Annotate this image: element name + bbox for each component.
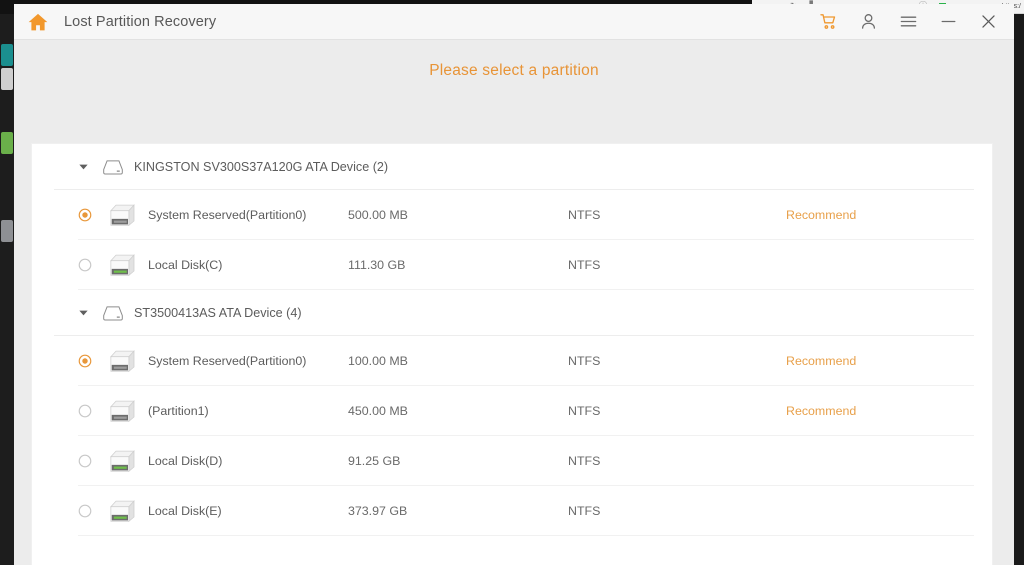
disk-group-label: ST3500413AS ATA Device (4) bbox=[134, 305, 302, 320]
cart-icon[interactable] bbox=[818, 12, 838, 32]
partition-filesystem: NTFS bbox=[568, 453, 601, 468]
recommend-badge: Recommend bbox=[786, 403, 857, 418]
partition-size: 111.30 GB bbox=[348, 257, 406, 272]
home-icon[interactable] bbox=[26, 10, 50, 34]
account-icon[interactable] bbox=[858, 12, 878, 32]
partition-filesystem: NTFS bbox=[568, 257, 601, 272]
rail-icon-gray bbox=[1, 68, 13, 90]
partition-size: 500.00 MB bbox=[348, 207, 408, 222]
rail-icon-green bbox=[1, 132, 13, 154]
partition-row[interactable]: Local Disk(C) 111.30 GB NTFS bbox=[78, 240, 974, 290]
menu-icon[interactable] bbox=[898, 12, 918, 32]
hard-disk-icon bbox=[102, 158, 124, 176]
partition-size: 450.00 MB bbox=[348, 403, 408, 418]
close-icon[interactable] bbox=[978, 12, 998, 32]
app-title: Lost Partition Recovery bbox=[64, 13, 217, 30]
app-body: Please select a partition KINGSTON SV300… bbox=[14, 40, 1014, 565]
partition-radio[interactable] bbox=[78, 258, 92, 272]
minimize-icon[interactable] bbox=[938, 12, 958, 32]
partition-name: (Partition1) bbox=[148, 403, 209, 418]
partition-name: System Reserved(Partition0) bbox=[148, 207, 307, 222]
partition-size: 373.97 GB bbox=[348, 503, 408, 518]
disk-group-header[interactable]: ST3500413AS ATA Device (4) bbox=[54, 290, 974, 336]
partition-name: Local Disk(E) bbox=[148, 503, 222, 518]
page-title: Please select a partition bbox=[429, 62, 599, 79]
application-window: Lost Partition Recovery Please select a … bbox=[14, 4, 1014, 565]
partition-drive-icon bbox=[108, 253, 136, 277]
partition-row[interactable]: System Reserved(Partition0) 500.00 MB NTFS… bbox=[78, 190, 974, 240]
partition-drive-icon bbox=[108, 349, 136, 373]
partition-row[interactable]: System Reserved(Partition0) 100.00 MB NTFS… bbox=[78, 336, 974, 386]
chevron-down-icon[interactable] bbox=[76, 306, 90, 320]
partition-drive-icon bbox=[108, 499, 136, 523]
disk-list: KINGSTON SV300S37A120G ATA Device (2) Sys… bbox=[32, 144, 992, 536]
partition-radio[interactable] bbox=[78, 454, 92, 468]
partition-filesystem: NTFS bbox=[568, 403, 601, 418]
partition-radio[interactable] bbox=[78, 208, 92, 222]
titlebar: Lost Partition Recovery bbox=[14, 4, 1014, 40]
partition-size: 91.25 GB bbox=[348, 453, 401, 468]
partition-name: System Reserved(Partition0) bbox=[148, 353, 307, 368]
partition-radio[interactable] bbox=[78, 504, 92, 518]
disk-group-label: KINGSTON SV300S37A120G ATA Device (2) bbox=[134, 159, 389, 174]
partition-list-card: KINGSTON SV300S37A120G ATA Device (2) Sys… bbox=[32, 144, 992, 565]
partition-radio[interactable] bbox=[78, 354, 92, 368]
partition-filesystem: NTFS bbox=[568, 503, 601, 518]
recommend-badge: Recommend bbox=[786, 353, 857, 368]
partition-name: Local Disk(D) bbox=[148, 453, 223, 468]
rail-icon-slate bbox=[1, 220, 13, 242]
partition-row[interactable]: Local Disk(D) 91.25 GB NTFS bbox=[78, 436, 974, 486]
chevron-down-icon[interactable] bbox=[76, 160, 90, 174]
partition-radio[interactable] bbox=[78, 404, 92, 418]
disk-group-header[interactable]: KINGSTON SV300S37A120G ATA Device (2) bbox=[54, 144, 974, 190]
partition-size: 100.00 MB bbox=[348, 353, 408, 368]
partition-drive-icon bbox=[108, 449, 136, 473]
titlebar-actions bbox=[818, 12, 1014, 32]
hard-disk-icon bbox=[102, 304, 124, 322]
partition-row[interactable]: (Partition1) 450.00 MB NTFS Recommend bbox=[78, 386, 974, 436]
partition-drive-icon bbox=[108, 399, 136, 423]
recommend-badge: Recommend bbox=[786, 207, 857, 222]
rail-icon-teal bbox=[1, 44, 13, 66]
background-left-rail bbox=[0, 14, 14, 565]
partition-drive-icon bbox=[108, 203, 136, 227]
partition-filesystem: NTFS bbox=[568, 207, 601, 222]
partition-row[interactable]: Local Disk(E) 373.97 GB NTFS bbox=[78, 486, 974, 536]
partition-filesystem: NTFS bbox=[568, 353, 601, 368]
partition-name: Local Disk(C) bbox=[148, 257, 223, 272]
